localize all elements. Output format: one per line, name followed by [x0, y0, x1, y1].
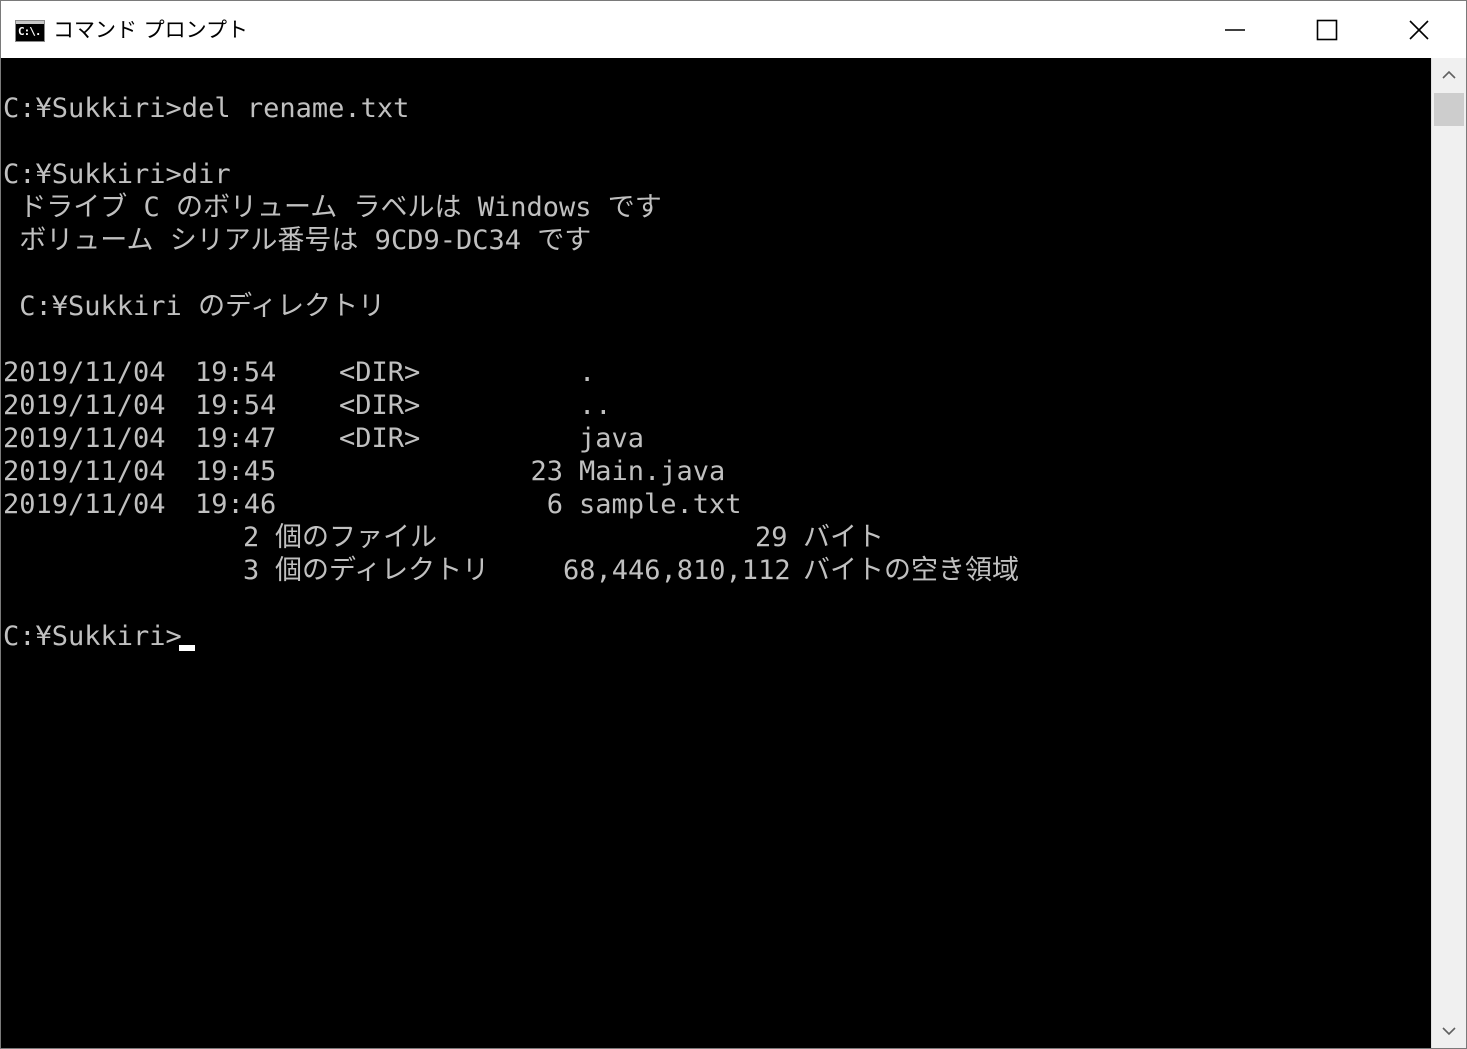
chevron-up-icon — [1442, 70, 1456, 79]
dir-entry-row: 2019/11/04 19:47 <DIR> java — [1, 422, 1201, 455]
dir-entry-date: 2019/11/04 — [3, 423, 166, 454]
console-output[interactable]: C:¥Sukkiri>del rename.txt C:¥Sukkiri>dir… — [1, 58, 1431, 1048]
dir-entry-row: 2019/11/04 19:46 6 sample.txt — [1, 488, 1201, 521]
files-bytes: 29 — [755, 522, 788, 553]
scroll-thumb[interactable] — [1434, 93, 1464, 126]
dir-entry-date: 2019/11/04 — [3, 357, 166, 388]
dir-entry-time: 19:45 — [195, 456, 277, 487]
prompt-line: C:¥Sukkiri> — [3, 621, 182, 652]
dir-entry-time: 19:54 — [195, 357, 277, 388]
dir-entry-date: 2019/11/04 — [3, 456, 166, 487]
maximize-icon — [1316, 19, 1338, 41]
close-icon — [1409, 20, 1429, 40]
vertical-scrollbar[interactable] — [1431, 58, 1466, 1048]
icon-topbar — [16, 21, 44, 24]
close-button[interactable] — [1373, 1, 1465, 58]
console-line: ボリューム シリアル番号は 9CD9-DC34 です — [3, 225, 592, 256]
dir-entry-row: 2019/11/04 19:54 <DIR>.. — [1, 389, 1201, 422]
files-label: 個のファイル — [275, 522, 437, 553]
icon-label: C:\. — [18, 25, 41, 38]
minimize-icon — [1225, 29, 1245, 31]
dir-entry-date: 2019/11/04 — [3, 390, 166, 421]
dir-entry-name: .. — [579, 390, 612, 421]
window-title: コマンド プロンプト — [53, 18, 249, 42]
dir-entry-name: . — [579, 357, 596, 388]
dir-entry-row: 2019/11/04 19:54 <DIR>. — [1, 356, 1201, 389]
dir-entry-type: <DIR> — [339, 390, 421, 421]
console-line: ドライブ C のボリューム ラベルは Windows です — [3, 192, 662, 223]
summary-files-line: 2 個のファイル 29 バイト — [1, 521, 1201, 554]
dir-entry-type: <DIR> — [339, 357, 421, 388]
dir-entry-size: 23 — [530, 456, 563, 487]
free-label: バイトの空き領域 — [803, 555, 1019, 586]
dir-entry-size: 6 — [546, 489, 563, 520]
scroll-up-button[interactable] — [1432, 58, 1466, 92]
dir-entry-date: 2019/11/04 — [3, 489, 166, 520]
title-bar[interactable]: C:\. コマンド プロンプト — [1, 1, 1466, 58]
dir-entry-time: 19:46 — [195, 489, 277, 520]
dir-entry-row: 2019/11/04 19:45 23 Main.java — [1, 455, 1201, 488]
text-cursor — [179, 645, 195, 651]
maximize-button[interactable] — [1281, 1, 1373, 58]
command-prompt-window: C:\. コマンド プロンプト C:¥Sukkiri>del rename.tx… — [0, 0, 1467, 1049]
console-line: C:¥Sukkiri>dir — [3, 159, 231, 190]
files-count: 2 — [243, 522, 260, 553]
summary-dirs-line: 3 個のディレクトリ 68,446,810,112 バイトの空き領域 — [1, 554, 1201, 587]
console-app-icon[interactable]: C:\. — [15, 20, 45, 42]
console-line: C:¥Sukkiri>del rename.txt — [3, 93, 410, 124]
dir-entry-time: 19:54 — [195, 390, 277, 421]
dir-entry-time: 19:47 — [195, 423, 277, 454]
dir-entry-name: sample.txt — [579, 489, 742, 520]
scroll-down-button[interactable] — [1432, 1014, 1466, 1048]
bytes-label: バイト — [803, 522, 884, 553]
free-bytes: 68,446,810,112 — [563, 555, 791, 586]
console-line: C:¥Sukkiri のディレクトリ — [3, 291, 386, 322]
chevron-down-icon — [1442, 1027, 1456, 1036]
dirs-label: 個のディレクトリ — [275, 555, 490, 586]
dir-entry-name: Main.java — [579, 456, 726, 487]
minimize-button[interactable] — [1189, 1, 1281, 58]
dir-entry-name: java — [579, 423, 645, 454]
dir-entry-type: <DIR> — [339, 423, 421, 454]
dirs-count: 3 — [243, 555, 260, 586]
